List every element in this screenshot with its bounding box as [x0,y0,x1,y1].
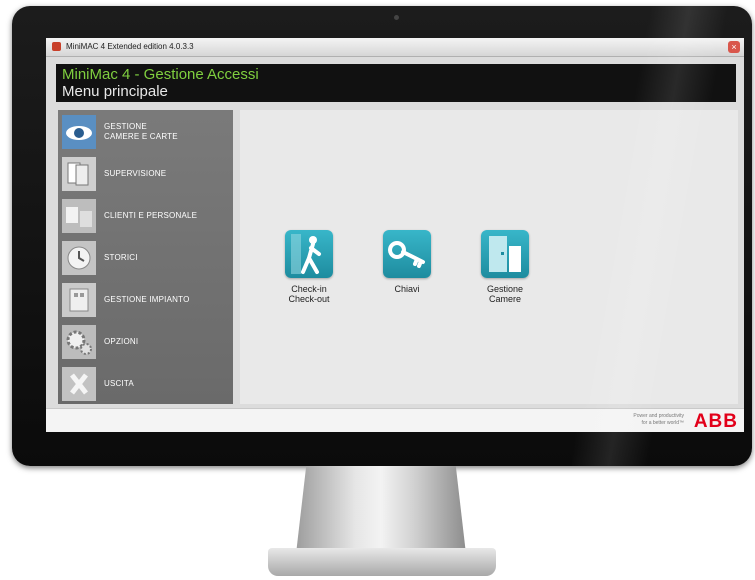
app-icon [52,42,61,51]
sidebar-item-gestione-camere-carte[interactable]: GESTIONE CAMERE E CARTE [58,112,233,152]
tile-label: Gestione Camere [486,284,524,304]
main-panel: Check-in Check-out Chiavi Gestione Camer… [240,110,738,404]
monitor-stand-neck [296,466,466,554]
sidebar-menu: GESTIONE CAMERE E CARTE SUPERVISIONE CLI… [58,110,233,404]
monitor-stand-base [268,548,496,576]
window-title: MiniMAC 4 Extended edition 4.0.3.3 [66,42,194,51]
abb-logo: ABB [693,411,738,432]
sidebar-item-label: CLIENTI E PERSONALE [104,211,198,220]
check-in-check-out-button[interactable]: Check-in Check-out [274,230,344,310]
brand-tagline: Power and productivity for a better worl… [633,413,684,426]
sidebar-item-supervisione[interactable]: SUPERVISIONE [58,154,233,194]
exit-icon [62,367,96,401]
sidebar-item-uscita[interactable]: USCITA [58,364,233,404]
people-icon [62,199,96,233]
sidebar-item-storici[interactable]: STORICI [58,238,233,278]
webcam-dot [394,15,399,20]
sidebar-item-label: SUPERVISIONE [104,169,167,178]
monitor: MiniMAC 4 Extended edition 4.0.3.3 × Min… [12,6,752,466]
sidebar-item-opzioni[interactable]: OPZIONI [58,322,233,362]
sidebar-item-clienti-personale[interactable]: CLIENTI E PERSONALE [58,196,233,236]
window-titlebar: MiniMAC 4 Extended edition 4.0.3.3 × [46,38,744,57]
door-icon [481,230,529,278]
gestione-camere-button[interactable]: Gestione Camere [470,230,540,310]
app-window: MiniMAC 4 Extended edition 4.0.3.3 × Min… [46,38,744,432]
tile-label: Chiavi [394,284,420,294]
keys-icon [383,230,431,278]
sidebar-item-label: GESTIONE CAMERE E CARTE [104,122,178,141]
sidebar-item-label: USCITA [104,379,134,388]
page-title: Menu principale [62,83,168,100]
chiavi-button[interactable]: Chiavi [372,230,442,310]
sidebar-item-label: STORICI [104,253,138,262]
walking-person-icon [285,230,333,278]
footer-bar: Power and productivity for a better worl… [46,408,744,432]
sidebar-item-label: OPZIONI [104,337,139,346]
app-title: MiniMac 4 - Gestione Accessi [62,66,259,83]
cards-icon [62,157,96,191]
tile-label: Check-in Check-out [288,284,330,304]
clock-icon [62,241,96,275]
building-icon [62,283,96,317]
app-header: MiniMac 4 - Gestione Accessi Menu princi… [56,64,736,102]
eye-icon [62,115,96,149]
sidebar-item-gestione-impianto[interactable]: GESTIONE IMPIANTO [58,280,233,320]
gear-icon [62,325,96,359]
close-button[interactable]: × [728,41,740,53]
sidebar-item-label: GESTIONE IMPIANTO [104,295,190,304]
